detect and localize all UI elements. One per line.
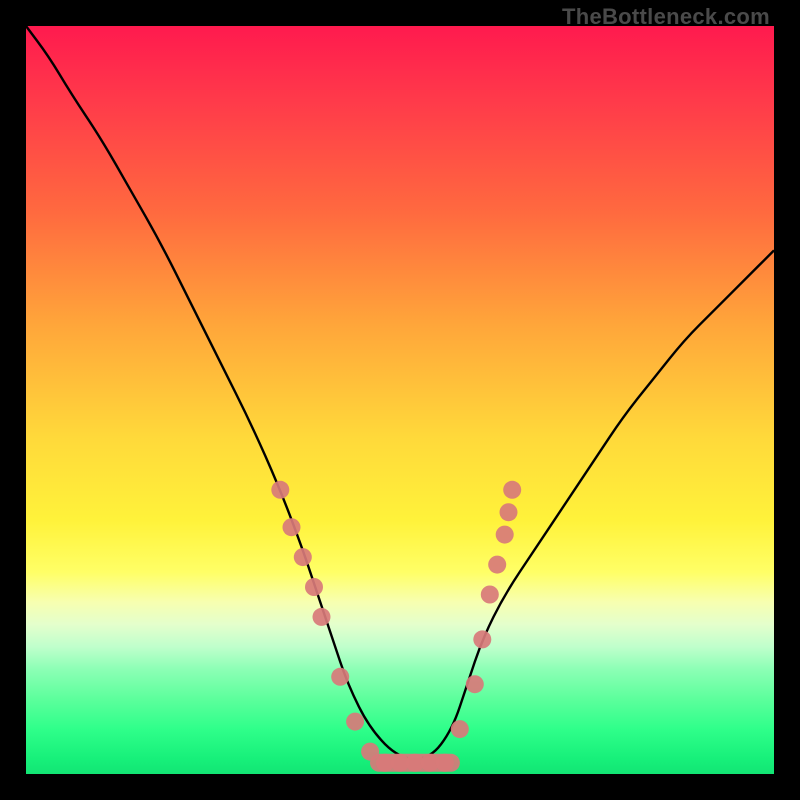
chart-frame: TheBottleneck.com	[0, 0, 800, 800]
data-marker	[488, 556, 506, 574]
data-marker	[473, 630, 491, 648]
data-marker	[496, 526, 514, 544]
data-marker	[313, 608, 331, 626]
data-marker	[466, 675, 484, 693]
data-marker	[331, 668, 349, 686]
data-marker	[451, 720, 469, 738]
data-marker	[500, 503, 518, 521]
data-marker	[481, 586, 499, 604]
data-marker	[346, 713, 364, 731]
bottleneck-curve-path	[26, 26, 774, 759]
marker-group	[271, 481, 521, 772]
data-marker	[305, 578, 323, 596]
data-marker	[503, 481, 521, 499]
data-marker	[436, 754, 454, 772]
data-marker	[361, 743, 379, 761]
data-marker	[283, 518, 301, 536]
curve-layer	[26, 26, 774, 774]
data-marker	[271, 481, 289, 499]
data-marker	[294, 548, 312, 566]
